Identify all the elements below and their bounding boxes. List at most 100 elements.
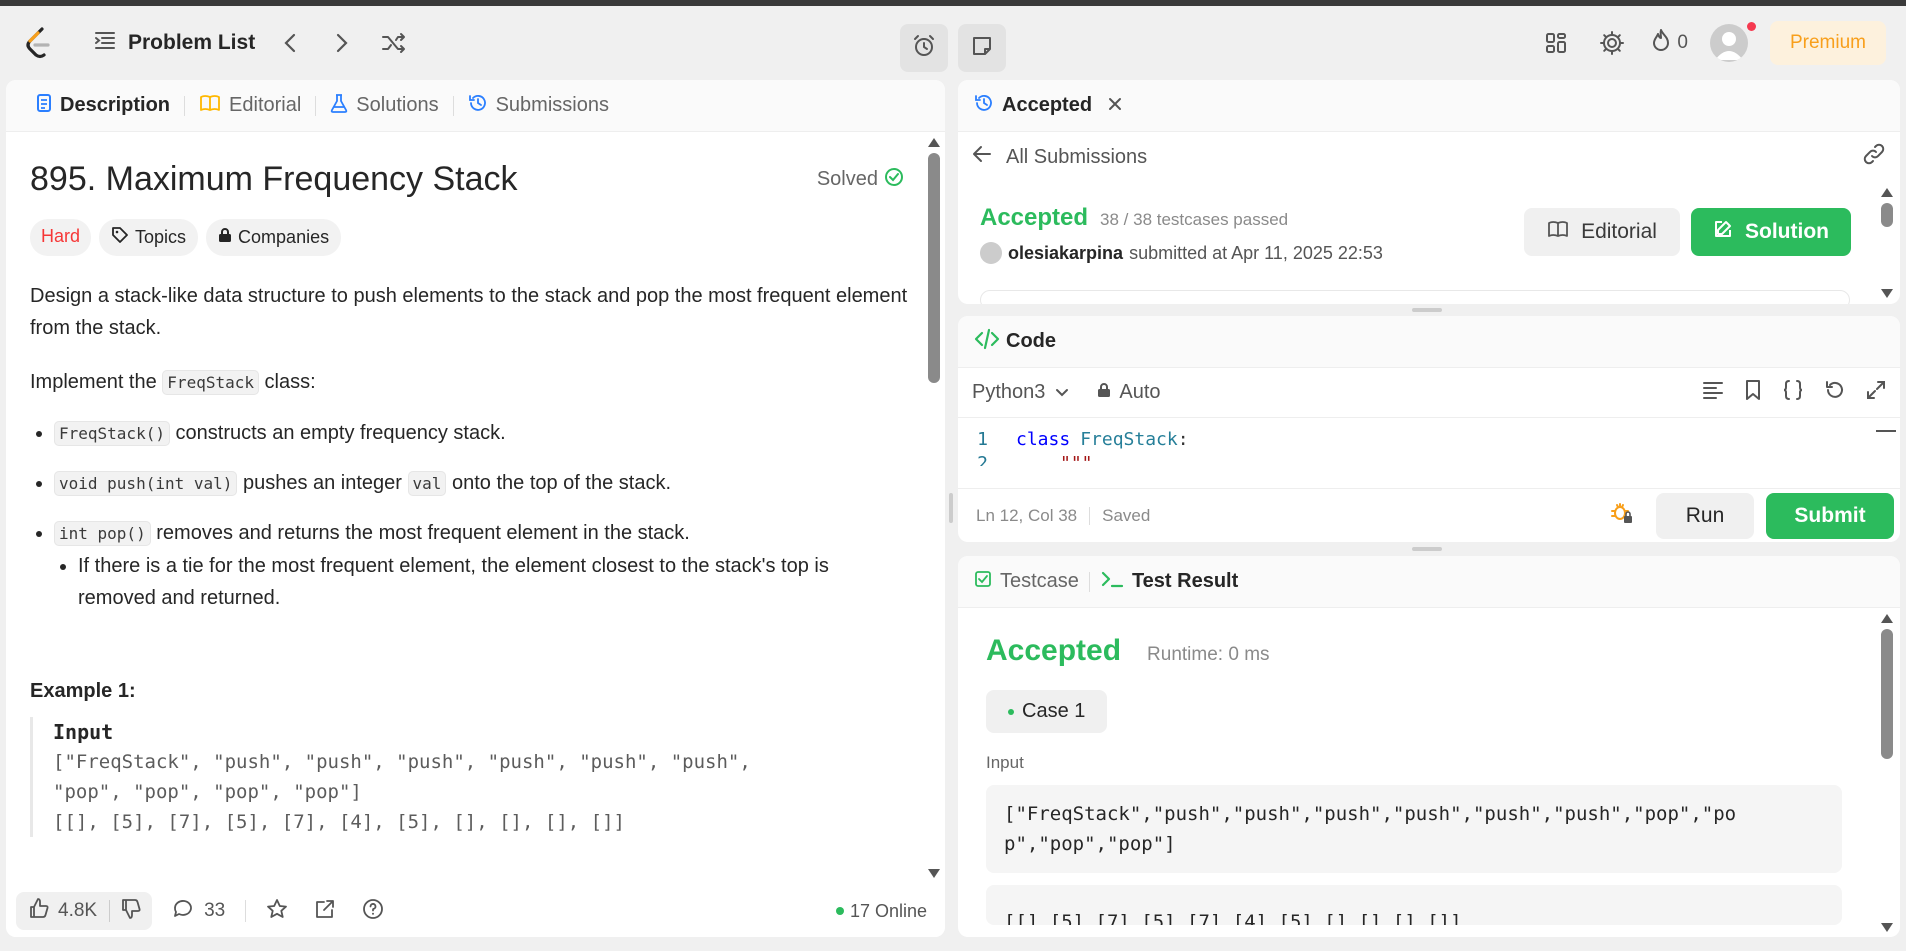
- method-text: removes and returns the most frequent el…: [150, 522, 690, 544]
- scroll-down-arrow[interactable]: [1881, 923, 1893, 932]
- bookmark-icon[interactable]: [1744, 379, 1762, 406]
- tab-submissions[interactable]: Submissions: [454, 80, 623, 132]
- curly-braces-icon[interactable]: [1782, 379, 1804, 406]
- submission-panel: Accepted All Submissions Accepted 38 / 3…: [958, 80, 1900, 304]
- format-lines-icon[interactable]: [1702, 380, 1724, 405]
- lock-icon: [1097, 381, 1111, 404]
- layout-grid-icon[interactable]: [1539, 26, 1573, 60]
- avatar[interactable]: [1709, 24, 1748, 62]
- companies-tag[interactable]: Companies: [206, 219, 342, 256]
- horizontal-resize-handle[interactable]: [1412, 308, 1442, 312]
- scroll-down-arrow[interactable]: [1881, 289, 1893, 298]
- solution-button[interactable]: Solution: [1691, 208, 1851, 256]
- dislike-button[interactable]: [110, 898, 152, 925]
- premium-button[interactable]: Premium: [1769, 21, 1886, 65]
- example-title: Example 1:: [30, 680, 136, 702]
- problem-list-link[interactable]: Problem List: [94, 30, 255, 56]
- lock-icon: [218, 227, 232, 248]
- case-1-tab[interactable]: Case 1: [986, 690, 1108, 733]
- tab-description[interactable]: Description: [22, 80, 184, 132]
- leetcode-logo-icon[interactable]: [20, 25, 56, 61]
- share-button[interactable]: [308, 898, 342, 925]
- divider: [1089, 506, 1091, 525]
- scroll-down-arrow[interactable]: [928, 869, 940, 878]
- submitter-name[interactable]: olesiakarpina: [1008, 243, 1123, 264]
- scroll-thumb[interactable]: [928, 153, 940, 383]
- shuffle-icon[interactable]: [377, 26, 411, 60]
- tab-test-result[interactable]: Test Result: [1090, 556, 1248, 608]
- list-item: void push(int val) pushes an integer val…: [54, 467, 910, 500]
- share-icon: [314, 899, 336, 924]
- method-text: pushes an integer: [237, 472, 408, 494]
- language-select[interactable]: Python3: [972, 381, 1069, 404]
- history-icon: [974, 93, 994, 119]
- code-brackets-icon: [974, 328, 1000, 355]
- online-dot-icon: [835, 907, 844, 915]
- user-avatar-wrap[interactable]: [1709, 22, 1756, 62]
- link-icon[interactable]: [1862, 142, 1886, 172]
- comments-button[interactable]: 33: [162, 897, 235, 925]
- scroll-thumb[interactable]: [1881, 629, 1893, 759]
- expand-icon[interactable]: [1866, 380, 1886, 405]
- keyword-token: class: [1016, 429, 1071, 450]
- tab-testcase[interactable]: Testcase: [974, 556, 1089, 608]
- tab-solutions-label: Solutions: [356, 94, 439, 116]
- reset-icon[interactable]: [1824, 379, 1846, 406]
- streak-counter[interactable]: 0: [1651, 28, 1688, 58]
- settings-gear-icon[interactable]: [1595, 26, 1629, 60]
- scroll-up-arrow[interactable]: [1881, 188, 1893, 197]
- check-circle-icon: [884, 167, 904, 193]
- method-code: void push(int val): [54, 471, 238, 496]
- implement-paragraph: Implement the FreqStack class:: [30, 366, 910, 399]
- submit-button[interactable]: Submit: [1766, 492, 1894, 539]
- tab-editorial-label: Editorial: [229, 94, 302, 116]
- streak-count: 0: [1677, 32, 1688, 53]
- docstring-token: """: [1060, 453, 1093, 466]
- method-text: onto the top of the stack.: [446, 472, 672, 494]
- tab-editorial[interactable]: Editorial: [185, 80, 315, 132]
- document-icon: [36, 93, 52, 119]
- cursor-position: Ln 12, Col 38: [976, 505, 1078, 525]
- auto-mode[interactable]: Auto: [1097, 381, 1161, 404]
- input-line: [[],[5],[7],[5],[7],[4],[5],[],[],[],[]]: [1004, 911, 1462, 925]
- saved-status: Saved: [1102, 505, 1151, 525]
- scroll-thumb[interactable]: [1881, 203, 1893, 227]
- run-button[interactable]: Run: [1656, 492, 1754, 539]
- method-text: constructs an empty frequency stack.: [169, 422, 506, 444]
- editorial-button[interactable]: Editorial: [1524, 208, 1680, 256]
- notes-button[interactable]: [958, 24, 1006, 72]
- tab-accepted[interactable]: Accepted: [974, 80, 1122, 132]
- arrow-left-icon: [972, 145, 992, 169]
- timer-button[interactable]: [900, 24, 948, 72]
- code-editor[interactable]: 1 class FreqStack : 2 """: [958, 418, 1900, 466]
- example-input-label: Input: [53, 720, 114, 744]
- tab-solutions[interactable]: Solutions: [316, 80, 452, 132]
- note-icon: [971, 35, 993, 62]
- line-number: 1: [977, 429, 988, 450]
- like-button[interactable]: 4.8K: [16, 897, 109, 925]
- checkbox-icon: [974, 570, 992, 594]
- prev-problem-button[interactable]: [273, 26, 307, 60]
- submission-scrollbar[interactable]: [1880, 188, 1894, 298]
- tag-icon: [111, 226, 129, 249]
- implement-prefix: Implement the: [30, 371, 163, 393]
- implement-suffix: class:: [259, 371, 316, 393]
- result-status: Accepted: [986, 634, 1122, 667]
- back-to-submissions[interactable]: All Submissions: [958, 132, 1900, 182]
- favorite-button[interactable]: [256, 898, 298, 925]
- panel-resize-handle[interactable]: [949, 493, 953, 523]
- tab-description-label: Description: [60, 94, 171, 116]
- thumbs-down-icon: [120, 898, 142, 924]
- horizontal-resize-handle[interactable]: [1412, 547, 1442, 551]
- next-problem-button[interactable]: [325, 26, 359, 60]
- topics-tag[interactable]: Topics: [99, 219, 199, 256]
- result-scrollbar[interactable]: [1880, 614, 1894, 932]
- methods-list: FreqStack() constructs an empty frequenc…: [30, 417, 910, 614]
- notification-dot: [1746, 22, 1756, 31]
- close-icon[interactable]: [1108, 94, 1122, 117]
- description-scrollbar[interactable]: [927, 138, 941, 878]
- help-button[interactable]: [352, 898, 394, 925]
- scroll-up-arrow[interactable]: [928, 138, 940, 147]
- scroll-up-arrow[interactable]: [1881, 614, 1893, 623]
- debugger-icon[interactable]: [1610, 501, 1634, 530]
